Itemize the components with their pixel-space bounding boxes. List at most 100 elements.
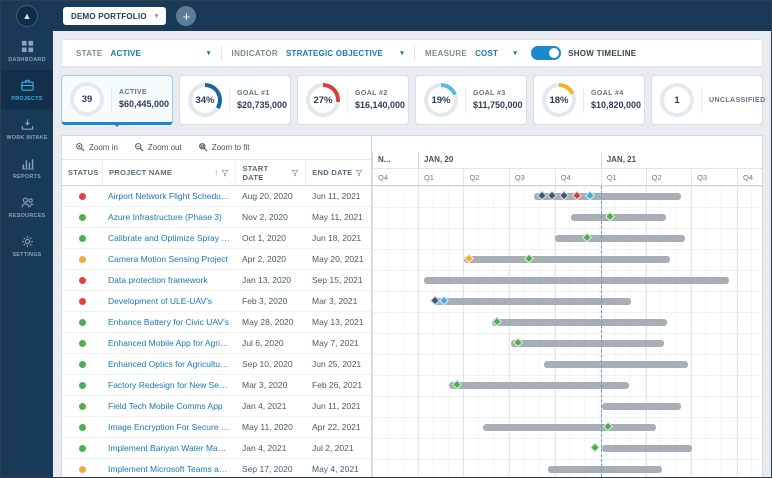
content: STATE ACTIVE ▾ INDICATOR STRATEGIC OBJEC… bbox=[53, 31, 771, 477]
filter-funnel-icon[interactable] bbox=[221, 169, 230, 177]
chevron-down-icon: ▾ bbox=[154, 13, 159, 20]
start-date-column-header[interactable]: START DATE bbox=[235, 160, 305, 185]
gantt-bar[interactable] bbox=[554, 235, 685, 242]
gantt-bar[interactable] bbox=[511, 340, 664, 347]
milestone-diamond[interactable] bbox=[589, 442, 600, 453]
table-row[interactable]: Azure Infrastructure (Phase 3) Nov 2, 202… bbox=[62, 207, 371, 228]
project-name-link[interactable]: Factory Redesign for New Service Bu... bbox=[102, 380, 236, 390]
project-name-link[interactable]: Enhance Battery for Civic UAV's bbox=[102, 317, 236, 327]
table-row[interactable]: Factory Redesign for New Service Bu... Ma… bbox=[62, 375, 371, 396]
divider bbox=[111, 86, 112, 112]
measure-filter-value: COST bbox=[475, 48, 499, 58]
status-dot-green bbox=[78, 381, 86, 389]
indicator-filter-select[interactable]: STRATEGIC OBJECTIVE ▾ bbox=[286, 49, 404, 58]
kpi-card-active[interactable]: 39 ACTIVE $60,445,000 bbox=[61, 75, 173, 125]
gantt-bar[interactable] bbox=[483, 424, 657, 431]
table-row[interactable]: Airport Network Flight Scheduler Aug 20, … bbox=[62, 186, 371, 207]
project-name-link[interactable]: Camera Motion Sensing Project bbox=[102, 254, 236, 264]
kpi-card-goal-4[interactable]: 18% GOAL #4 $10,820,000 bbox=[533, 75, 645, 125]
table-row[interactable]: Development of ULE-UAV's Feb 3, 2020 Mar 3… bbox=[62, 291, 371, 312]
measure-filter-select[interactable]: COST ▾ bbox=[475, 49, 517, 58]
portfolio-selector[interactable]: DEMO PORTFOLIO ▾ bbox=[63, 7, 167, 25]
show-timeline-toggle[interactable] bbox=[531, 46, 562, 60]
state-filter-value: ACTIVE bbox=[110, 48, 142, 58]
end-date-cell: Apr 22, 2021 bbox=[312, 422, 361, 432]
end-date-column-header[interactable]: END DATE bbox=[305, 160, 371, 185]
zoom-to-fit-button[interactable]: Zoom to fit bbox=[191, 139, 257, 157]
status-column-label: STATUS bbox=[68, 168, 99, 177]
zoom-out-button[interactable]: Zoom out bbox=[127, 139, 189, 157]
add-portfolio-button[interactable]: + bbox=[176, 6, 197, 26]
state-filter-select[interactable]: ACTIVE ▾ bbox=[111, 49, 211, 58]
project-name-link[interactable]: Enhanced Optics for Agricultural UAV's bbox=[102, 359, 236, 369]
gantt-row bbox=[372, 291, 762, 312]
gantt-row bbox=[372, 333, 762, 354]
project-name-link[interactable]: Data protection framework bbox=[102, 275, 236, 285]
gantt-bar[interactable] bbox=[602, 403, 682, 410]
zoom-in-button[interactable]: Zoom in bbox=[68, 139, 125, 157]
divider bbox=[229, 87, 230, 113]
status-dot-green bbox=[78, 423, 86, 431]
gantt-panel: Zoom in Zoom out Zoom to fit STATUS PROJ… bbox=[61, 135, 763, 477]
start-date-column-label: START DATE bbox=[242, 163, 269, 182]
filter-funnel-icon[interactable] bbox=[355, 169, 364, 177]
filter-funnel-icon[interactable] bbox=[291, 169, 300, 177]
table-row[interactable]: Calibrate and Optimize Spray Technol... O… bbox=[62, 228, 371, 249]
indicator-filter-value: STRATEGIC OBJECTIVE bbox=[285, 48, 383, 58]
project-name-link[interactable]: Development of ULE-UAV's bbox=[102, 296, 236, 306]
project-name-link[interactable]: Image Encryption For Secure Transfer bbox=[102, 422, 236, 432]
table-row[interactable]: Enhance Battery for Civic UAV's May 28, 2… bbox=[62, 312, 371, 333]
project-name-link[interactable]: Azure Infrastructure (Phase 3) bbox=[102, 212, 236, 222]
sidebar-item-work-intake[interactable]: WORK INTAKE bbox=[1, 109, 53, 148]
project-name-link[interactable]: Implement Banyan Water Manageme... bbox=[102, 443, 236, 453]
gantt-row bbox=[372, 375, 762, 396]
table-row[interactable]: Image Encryption For Secure Transfer May … bbox=[62, 417, 371, 438]
kpi-card-goal-1[interactable]: 34% GOAL #1 $20,735,000 bbox=[179, 75, 291, 125]
gantt-bar[interactable] bbox=[544, 361, 689, 368]
sidebar-item-projects[interactable]: PROJECTS bbox=[1, 70, 53, 109]
table-row[interactable]: Enhanced Mobile App for Agricultural... J… bbox=[62, 333, 371, 354]
table-row[interactable]: Data protection framework Jan 13, 2020 Sep… bbox=[62, 270, 371, 291]
table-row[interactable]: Field Tech Mobile Comms App Jan 4, 2021 Ju… bbox=[62, 396, 371, 417]
project-name-link[interactable]: Airport Network Flight Scheduler bbox=[102, 191, 236, 201]
project-name-column-header[interactable]: PROJECT NAME ↑ bbox=[102, 160, 235, 185]
table-row[interactable]: Implement Banyan Water Manageme... Jan 4,… bbox=[62, 438, 371, 459]
project-name-link[interactable]: Calibrate and Optimize Spray Technol... bbox=[102, 233, 236, 243]
resources-icon bbox=[20, 195, 35, 210]
status-dot-yellow bbox=[78, 255, 86, 263]
sidebar-item-settings[interactable]: SETTINGS bbox=[1, 226, 53, 265]
kpi-card-goal-2[interactable]: 27% GOAL #2 $16,140,000 bbox=[297, 75, 409, 125]
gantt-bar[interactable] bbox=[602, 445, 692, 452]
project-name-link[interactable]: Implement Microsoft Teams and Retir... bbox=[102, 464, 236, 474]
project-name-link[interactable]: Field Tech Mobile Comms App bbox=[102, 401, 236, 411]
status-column-header: STATUS bbox=[62, 160, 102, 185]
gantt-bar[interactable] bbox=[547, 466, 663, 473]
status-cell bbox=[62, 360, 102, 368]
gantt-bar[interactable] bbox=[423, 277, 730, 284]
project-name-link[interactable]: Enhanced Mobile App for Agricultural... bbox=[102, 338, 236, 348]
status-dot-green bbox=[78, 360, 86, 368]
gantt-bar[interactable] bbox=[463, 256, 671, 263]
end-date-cell: Jun 11, 2021 bbox=[312, 191, 361, 201]
timeline-month-label: JAN, 20 bbox=[417, 152, 453, 168]
gantt-bar[interactable] bbox=[570, 214, 666, 221]
kpi-card-goal-3[interactable]: 19% GOAL #3 $11,750,000 bbox=[415, 75, 527, 125]
table-row[interactable]: Enhanced Optics for Agricultural UAV's Se… bbox=[62, 354, 371, 375]
timeline-quarter-label: Q4 bbox=[737, 169, 753, 185]
gantt-bar[interactable] bbox=[491, 319, 667, 326]
gantt-row bbox=[372, 207, 762, 228]
table-row[interactable]: Camera Motion Sensing Project Apr 2, 2020… bbox=[62, 249, 371, 270]
sidebar-item-reports[interactable]: REPORTS bbox=[1, 148, 53, 187]
sidebar-item-resources[interactable]: RESOURCES bbox=[1, 187, 53, 226]
sort-ascending-icon[interactable]: ↑ bbox=[214, 168, 218, 177]
kpi-value: 39 bbox=[74, 86, 100, 112]
kpi-amount: $20,735,000 bbox=[237, 100, 288, 110]
end-date-column-label: END DATE bbox=[312, 168, 353, 177]
zoom-in-label: Zoom in bbox=[89, 143, 118, 152]
end-date-cell: Jun 11, 2021 bbox=[312, 401, 361, 411]
table-row[interactable]: Implement Microsoft Teams and Retir... Se… bbox=[62, 459, 371, 477]
gantt-toolbar: Zoom in Zoom out Zoom to fit bbox=[62, 136, 371, 160]
sidebar-item-dashboard[interactable]: DASHBOARD bbox=[1, 31, 53, 70]
kpi-card-unclassified[interactable]: 1 UNCLASSIFIED bbox=[651, 75, 765, 125]
table-body: Airport Network Flight Scheduler Aug 20, … bbox=[62, 186, 371, 477]
